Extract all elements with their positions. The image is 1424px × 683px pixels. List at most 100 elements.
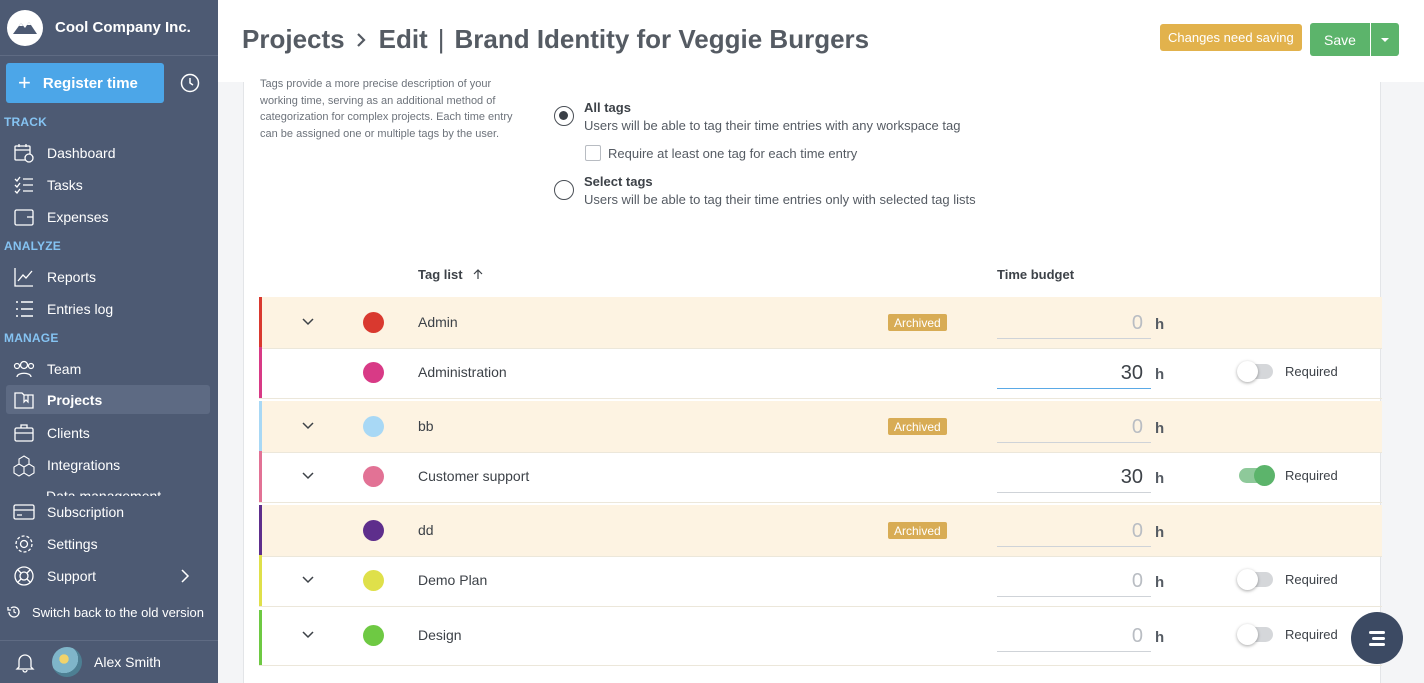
nav-entries-log[interactable]: Entries log	[6, 294, 210, 323]
chevron-down-icon[interactable]	[301, 315, 315, 329]
toggle-knob	[1237, 569, 1258, 590]
time-budget-input[interactable]: 30	[997, 461, 1151, 493]
nav-reports[interactable]: Reports	[6, 262, 210, 291]
select-tags-title: Select tags	[584, 174, 653, 189]
nav-clients[interactable]: Clients	[6, 418, 210, 447]
hours-unit: h	[1155, 524, 1165, 541]
changes-need-saving-badge: Changes need saving	[1160, 24, 1302, 51]
nav-subscription[interactable]: Subscription	[6, 497, 210, 526]
all-tags-subtitle: Users will be able to tag their time ent…	[584, 118, 961, 133]
toggle-knob	[1237, 361, 1258, 382]
breadcrumb-separator: |	[437, 24, 445, 54]
time-budget-input[interactable]: 0	[997, 565, 1151, 597]
hours-unit: h	[1155, 316, 1165, 333]
team-icon	[13, 360, 35, 377]
time-budget-input[interactable]: 30	[997, 357, 1151, 389]
tag-list-header-label: Tag list	[418, 267, 463, 282]
required-toggle[interactable]	[1237, 361, 1273, 382]
switch-old-label: Switch back to the old version	[32, 604, 204, 620]
save-button[interactable]: Save	[1310, 23, 1370, 56]
tag-name: Design	[418, 627, 462, 643]
switch-old-version-link[interactable]: Switch back to the old version	[6, 604, 204, 620]
nav-dashboard[interactable]: Dashboard	[6, 138, 210, 167]
save-dropdown-button[interactable]	[1371, 23, 1399, 56]
chevron-down-icon[interactable]	[301, 628, 315, 642]
nav-expenses[interactable]: Expenses	[6, 202, 210, 231]
chat-icon	[1369, 631, 1385, 646]
table-row: Design 0 h Required	[259, 610, 1382, 666]
nav-tasks[interactable]: Tasks	[6, 170, 210, 199]
nav-label: Projects	[47, 391, 103, 408]
chat-support-button[interactable]	[1351, 612, 1403, 664]
hours-unit: h	[1155, 420, 1165, 437]
credit-card-icon	[13, 503, 35, 520]
hours-unit: h	[1155, 366, 1165, 383]
tag-color-dot	[363, 312, 384, 333]
tag-color-dot	[363, 416, 384, 437]
clock-icon[interactable]	[180, 73, 200, 93]
line-chart-icon	[14, 267, 33, 287]
all-tags-radio[interactable]	[554, 106, 574, 126]
cubes-icon	[13, 454, 35, 477]
row-color-bar	[259, 451, 262, 502]
nav-label: Integrations	[47, 456, 121, 473]
require-tag-checkbox[interactable]	[585, 145, 601, 161]
table-row: Administration 30 h Required	[259, 347, 1382, 399]
tag-color-dot	[363, 466, 384, 487]
folder-icon	[14, 391, 34, 409]
bell-icon[interactable]	[14, 651, 36, 673]
tag-color-dot	[363, 570, 384, 591]
nav-settings[interactable]: Settings	[6, 529, 210, 558]
chevron-right-icon	[356, 32, 366, 47]
chevron-down-icon[interactable]	[301, 469, 315, 483]
tag-name: bb	[418, 418, 434, 434]
time-budget-input[interactable]: 0	[997, 307, 1151, 339]
nav-label: Dashboard	[47, 144, 116, 161]
chevron-right-icon	[181, 568, 190, 583]
tag-name: dd	[418, 522, 434, 538]
user-name[interactable]: Alex Smith	[94, 654, 161, 670]
chevron-down-icon[interactable]	[301, 419, 315, 433]
row-color-bar	[259, 555, 262, 606]
required-toggle[interactable]	[1237, 569, 1273, 590]
row-color-bar	[259, 401, 262, 452]
table-row: Customer support 30 h Required	[259, 451, 1382, 503]
brand[interactable]: Cool Company Inc.	[0, 0, 218, 56]
required-toggle[interactable]	[1237, 624, 1273, 645]
nav-integrations[interactable]: Integrations	[6, 450, 210, 479]
company-logo-icon	[7, 9, 43, 46]
require-tag-label: Require at least one tag for each time e…	[608, 146, 858, 161]
required-toggle[interactable]	[1239, 465, 1275, 486]
tag-name: Customer support	[418, 468, 530, 484]
breadcrumb-edit: Edit	[378, 24, 428, 54]
chevron-down-icon[interactable]	[301, 573, 315, 587]
checklist-icon	[14, 176, 33, 194]
time-budget-input[interactable]: 0	[997, 411, 1151, 443]
hours-unit: h	[1155, 470, 1165, 487]
row-color-bar	[259, 347, 262, 398]
row-color-bar	[259, 297, 262, 348]
briefcase-icon	[14, 423, 34, 442]
table-row: bb Archived 0 h	[259, 401, 1382, 453]
nav-projects[interactable]: Projects	[6, 385, 210, 414]
lifebuoy-icon	[14, 565, 34, 586]
breadcrumb-projects[interactable]: Projects	[242, 24, 345, 55]
nav-support[interactable]: Support	[6, 561, 210, 590]
caret-down-icon	[1381, 37, 1389, 42]
time-budget-input[interactable]: 0	[997, 620, 1151, 652]
plus-icon: +	[18, 70, 31, 95]
required-label: Required	[1285, 627, 1338, 642]
column-header-tag-list[interactable]: Tag list	[418, 267, 484, 282]
required-label: Required	[1285, 572, 1338, 587]
nav-team[interactable]: Team	[6, 354, 210, 383]
column-header-time-budget: Time budget	[997, 267, 1075, 282]
section-analyze: ANALYZE	[4, 239, 61, 253]
sort-arrow-up-icon	[473, 269, 483, 279]
register-time-button[interactable]: + Register time	[6, 63, 164, 103]
tag-color-dot	[363, 362, 384, 383]
time-budget-input[interactable]: 0	[997, 515, 1151, 547]
user-row: Alex Smith	[0, 640, 218, 683]
select-tags-radio[interactable]	[554, 180, 574, 200]
avatar[interactable]	[52, 647, 82, 677]
nav-data-management-partial[interactable]: Data management	[46, 488, 186, 496]
